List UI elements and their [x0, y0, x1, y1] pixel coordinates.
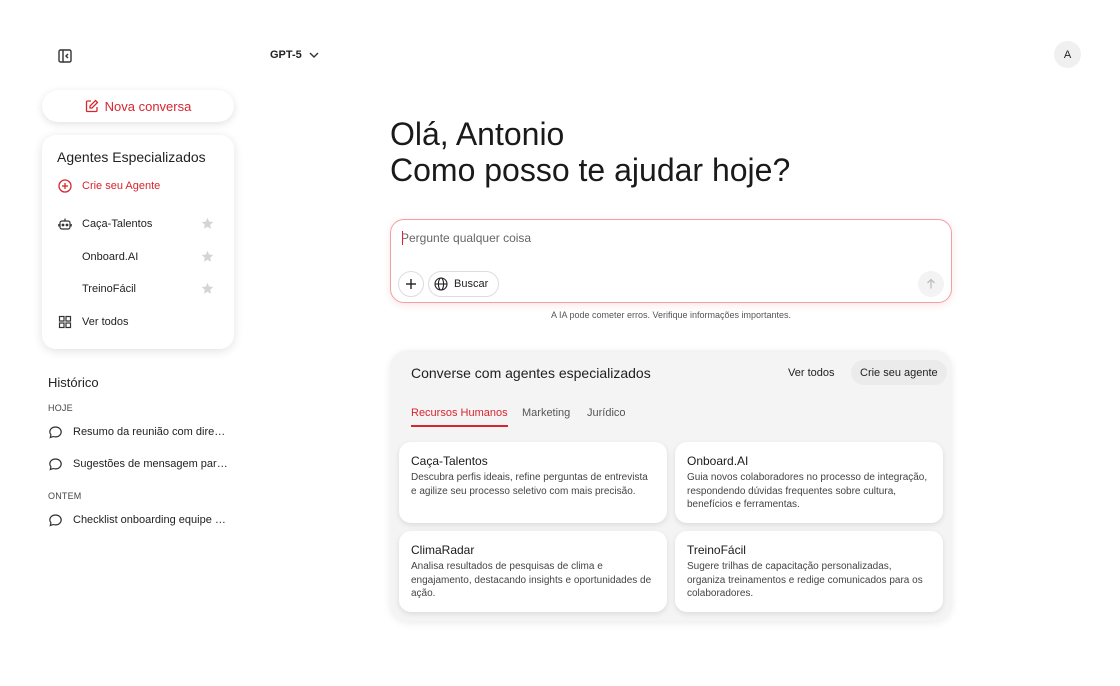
plus-circle-icon — [57, 178, 73, 194]
history-item[interactable]: Checklist onboarding equipe comercial — [48, 510, 228, 530]
sidebar-agent-onboard-ai[interactable]: Onboard.AI — [57, 247, 222, 267]
agent-card-onboard-ai[interactable]: Onboard.AI Guia novos colaboradores no p… — [675, 442, 943, 523]
globe-icon — [434, 277, 448, 291]
arrow-up-icon — [925, 278, 937, 290]
agents-panel-title: Converse com agentes especializados — [411, 365, 651, 381]
edit-icon — [85, 99, 99, 113]
disclaimer: A IA pode cometer erros. Verifique infor… — [550, 310, 792, 320]
history-item[interactable]: Resumo da reunião com diretoria — [48, 422, 228, 442]
avatar[interactable]: A — [1054, 41, 1081, 68]
tab-recursos-humanos[interactable]: Recursos Humanos — [411, 407, 508, 427]
history-item-label: Sugestões de mensagem para equipe — [73, 458, 228, 470]
greeting-line-2: Como posso te ajudar hoje? — [390, 152, 791, 188]
prompt-box: Buscar — [390, 219, 952, 303]
new-chat-button[interactable]: Nova conversa — [42, 90, 234, 122]
sidebar-agent-treinofacil[interactable]: TreinoFácil — [57, 279, 222, 299]
robot-icon — [57, 216, 73, 232]
sidebar-agent-caca-talentos[interactable]: Caça-Talentos — [57, 214, 222, 234]
greeting: Olá, Antonio Como posso te ajudar hoje? — [390, 116, 790, 188]
star-icon[interactable] — [201, 282, 214, 295]
agent-card-treinofacil[interactable]: TreinoFácil Sugere trilhas de capacitaçã… — [675, 531, 943, 612]
agent-card-description: Sugere trilhas de capacitação personaliz… — [687, 561, 923, 599]
history-item-label: Resumo da reunião com diretoria — [73, 426, 228, 438]
agent-card-description: Descubra perfis ideais, refine perguntas… — [411, 472, 648, 497]
model-selector[interactable]: GPT-5 — [270, 45, 320, 65]
sidebar-agent-label: Onboard.AI — [82, 251, 139, 263]
search-web-button[interactable]: Buscar — [428, 271, 500, 297]
star-icon[interactable] — [201, 217, 214, 230]
see-all-agents-link[interactable]: Ver todos — [57, 312, 222, 332]
sidebar-agent-label: TreinoFácil — [82, 283, 136, 295]
agents-card: Agentes Especializados Crie seu Agente C… — [42, 135, 234, 349]
prompt-input[interactable] — [401, 228, 901, 248]
grid-icon — [57, 314, 73, 330]
chat-bubble-icon — [48, 425, 64, 440]
sidebar-toggle-icon[interactable] — [56, 47, 74, 65]
tab-marketing[interactable]: Marketing — [522, 407, 570, 425]
history-group-label: ONTEM — [48, 491, 82, 501]
agent-card-climaradar[interactable]: ClimaRadar Analisa resultados de pesquis… — [399, 531, 667, 612]
chat-bubble-icon — [48, 457, 64, 472]
text-caret — [402, 231, 403, 245]
avatar-initial: A — [1063, 48, 1072, 61]
agent-card-description: Guia novos colaboradores no processo de … — [687, 472, 928, 510]
star-icon[interactable] — [201, 250, 214, 263]
see-all-label: Ver todos — [82, 316, 129, 328]
agent-card-name: Onboard.AI — [687, 454, 749, 468]
agents-title: Agentes Especializados — [57, 149, 206, 165]
sidebar-agent-label: Caça-Talentos — [82, 218, 153, 230]
attach-button[interactable] — [398, 271, 424, 297]
send-button[interactable] — [918, 271, 944, 297]
agent-card-name: TreinoFácil — [687, 543, 746, 557]
history-group-label: HOJE — [48, 403, 73, 413]
create-agent-link[interactable]: Crie seu Agente — [57, 176, 222, 196]
chat-bubble-icon — [48, 513, 64, 528]
tab-juridico[interactable]: Jurídico — [587, 407, 626, 425]
create-agent-label: Crie seu Agente — [82, 180, 161, 192]
chevron-down-icon — [308, 49, 320, 61]
agent-card-name: ClimaRadar — [411, 543, 475, 557]
agent-card-name: Caça-Talentos — [411, 454, 488, 468]
agent-card-caca-talentos[interactable]: Caça-Talentos Descubra perfis ideais, re… — [399, 442, 667, 523]
history-item-label: Checklist onboarding equipe comercial — [73, 514, 228, 526]
new-chat-label: Nova conversa — [104, 98, 192, 114]
history-item[interactable]: Sugestões de mensagem para equipe — [48, 454, 228, 474]
model-label: GPT-5 — [270, 49, 302, 61]
search-label: Buscar — [454, 278, 489, 290]
greeting-line-1: Olá, Antonio — [390, 116, 565, 152]
see-all-button[interactable]: Ver todos — [782, 362, 840, 384]
agents-panel: Converse com agentes especializados Ver … — [390, 350, 952, 621]
history-title: Histórico — [48, 375, 99, 390]
create-agent-button[interactable]: Crie seu agente — [851, 360, 947, 385]
agent-card-description: Analisa resultados de pesquisas de clima… — [411, 561, 652, 599]
plus-icon — [405, 278, 417, 290]
